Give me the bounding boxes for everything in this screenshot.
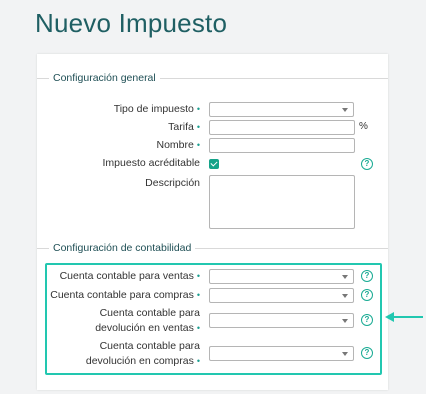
tipo-impuesto-select[interactable] [209,102,354,117]
required-mark: • [196,140,200,150]
tarifa-input[interactable] [209,120,355,135]
highlight-box [45,263,382,375]
percent-unit: % [359,121,368,132]
acreditable-label: Impuesto acréditable [102,157,200,169]
descripcion-textarea[interactable] [209,175,355,229]
acreditable-row: Impuesto acréditable ? [37,156,388,172]
acreditable-checkbox[interactable] [209,159,219,169]
required-mark: • [196,122,200,132]
contabilidad-section-title: Configuración de contabilidad [49,240,196,256]
tipo-impuesto-label: Tipo de impuesto • [113,103,200,115]
descripcion-label: Descripción [145,177,200,189]
general-section-title: Configuración general [49,70,160,86]
tarifa-label: Tarifa • [168,121,200,133]
page-title: Nuevo Impuesto [35,8,228,38]
nombre-input[interactable] [209,138,355,153]
help-icon[interactable]: ? [361,158,373,170]
nombre-row: Nombre • [37,138,388,154]
nombre-label: Nombre • [156,139,200,151]
contabilidad-section-legend: Configuración de contabilidad [37,240,388,256]
required-mark: • [196,104,200,114]
tarifa-row: Tarifa • % [37,120,388,136]
arrow-left-icon [385,312,423,322]
general-section-legend: Configuración general [37,70,388,86]
chevron-down-icon [342,108,348,112]
tipo-impuesto-row: Tipo de impuesto • [37,102,388,118]
